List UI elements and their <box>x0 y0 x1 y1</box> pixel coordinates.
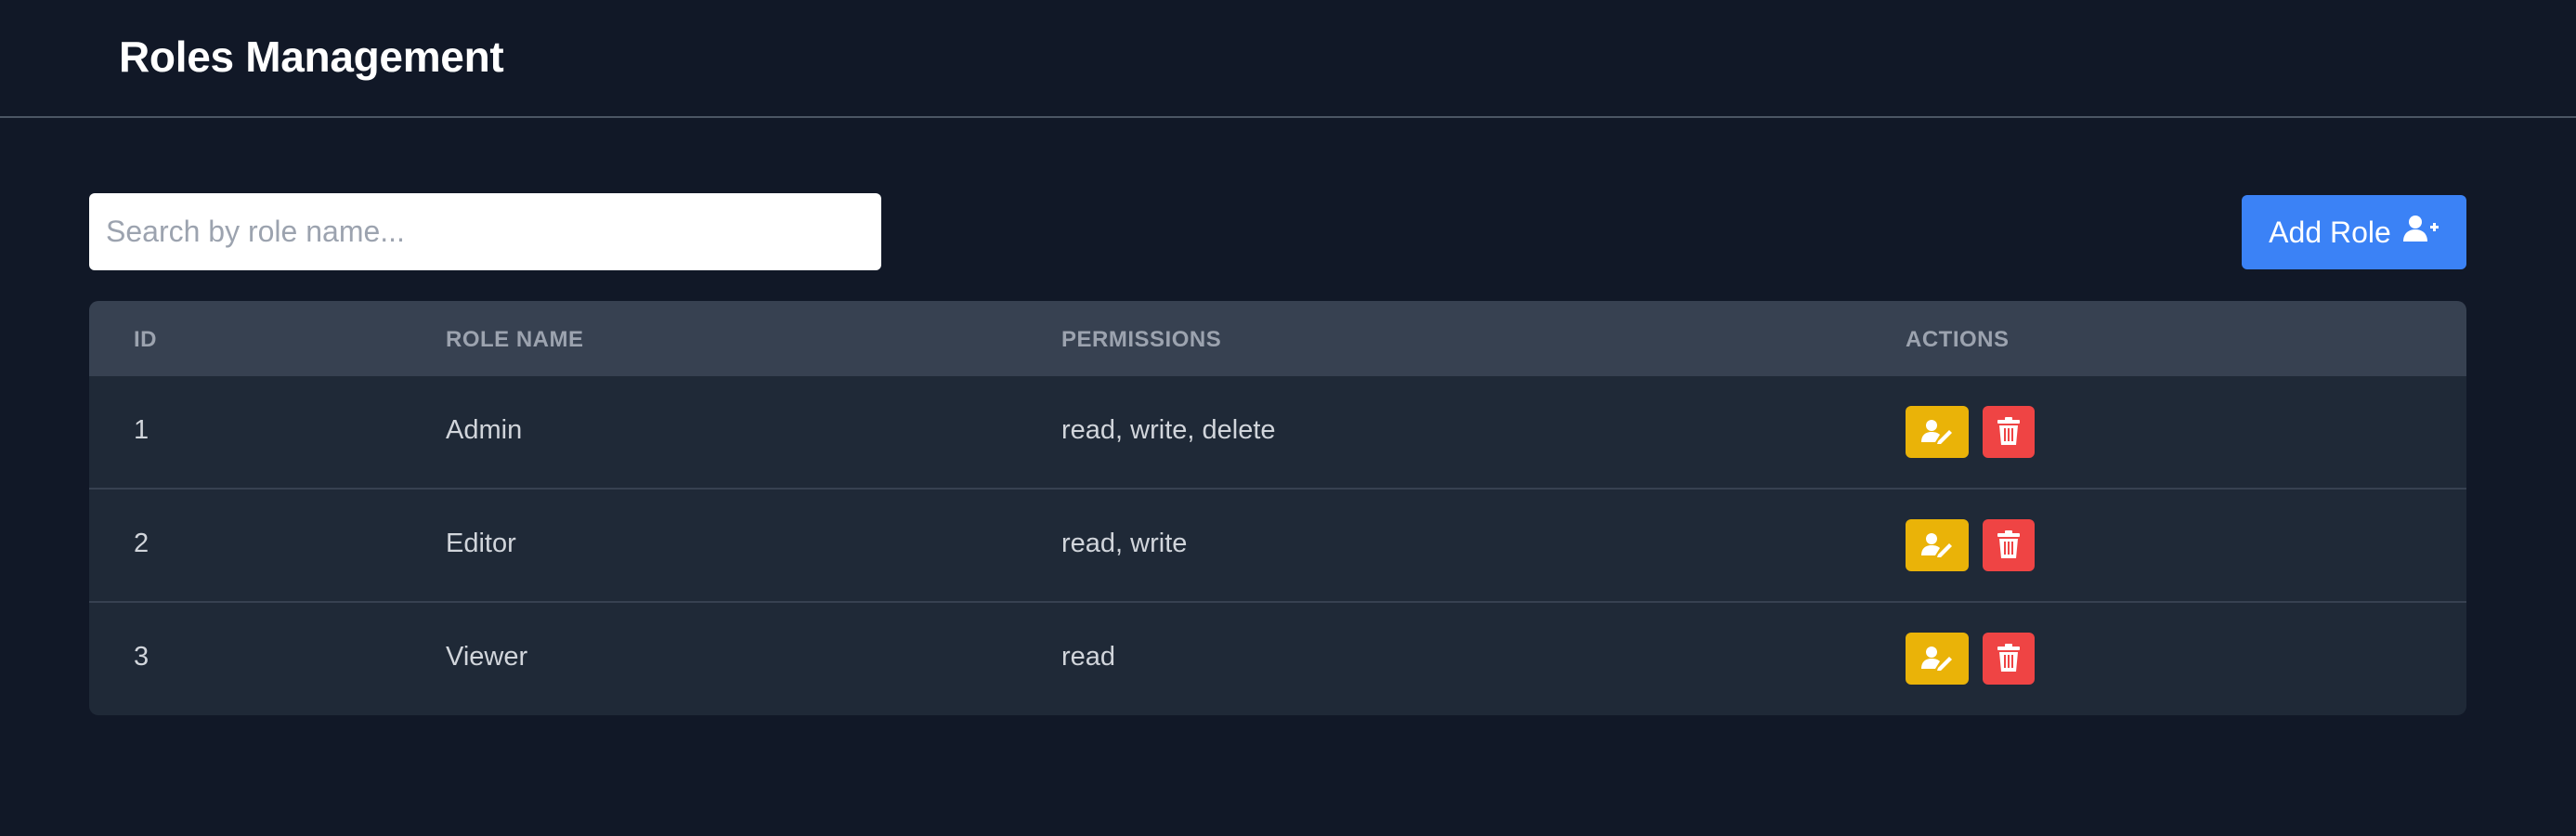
table-row: 3 Viewer read <box>89 601 2466 714</box>
cell-id: 1 <box>134 415 150 445</box>
cell-permissions: read <box>1061 642 1116 672</box>
user-edit-icon <box>1921 531 1953 560</box>
cell-role-name: Viewer <box>446 642 528 672</box>
trash-icon <box>1997 643 2021 674</box>
delete-role-button[interactable] <box>1983 406 2035 458</box>
cell-id: 3 <box>134 642 150 672</box>
top-bar: Roles Management <box>0 0 2576 118</box>
table-row: 2 Editor read, write <box>89 488 2466 601</box>
trash-icon <box>1997 416 2021 448</box>
cell-role-name: Admin <box>446 415 523 445</box>
table-header: ID ROLE NAME PERMISSIONS ACTIONS <box>89 301 2466 374</box>
column-header-role-name: ROLE NAME <box>446 327 584 352</box>
roles-table: ID ROLE NAME PERMISSIONS ACTIONS 1 Admin… <box>89 301 2466 715</box>
delete-role-button[interactable] <box>1983 633 2035 685</box>
cell-role-name: Editor <box>446 529 516 558</box>
cell-permissions: read, write, delete <box>1061 415 1276 445</box>
user-edit-icon <box>1921 418 1953 447</box>
cell-id: 2 <box>134 529 150 558</box>
delete-role-button[interactable] <box>1983 519 2035 571</box>
search-input[interactable] <box>89 193 881 270</box>
table-row: 1 Admin read, write, delete <box>89 374 2466 488</box>
edit-role-button[interactable] <box>1906 406 1969 458</box>
column-header-permissions: PERMISSIONS <box>1061 327 1222 352</box>
page-title: Roles Management <box>119 33 504 81</box>
column-header-id: ID <box>134 327 157 352</box>
trash-icon <box>1997 529 2021 561</box>
edit-role-button[interactable] <box>1906 633 1969 685</box>
edit-role-button[interactable] <box>1906 519 1969 571</box>
cell-permissions: read, write <box>1061 529 1188 558</box>
column-header-actions: ACTIONS <box>1906 327 2010 352</box>
user-edit-icon <box>1921 645 1953 673</box>
add-role-label: Add Role <box>2269 215 2391 249</box>
add-role-button[interactable]: Add Role <box>2242 195 2466 269</box>
user-plus-icon <box>2402 214 2439 251</box>
